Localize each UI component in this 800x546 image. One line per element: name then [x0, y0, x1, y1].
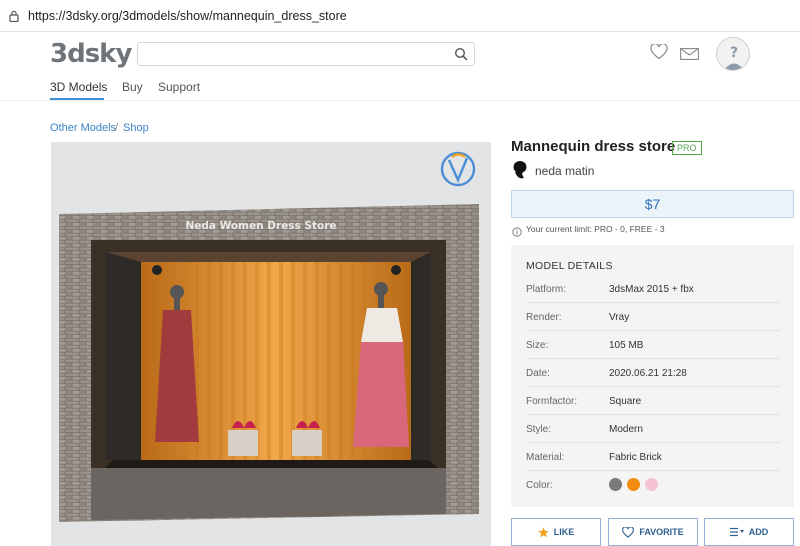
breadcrumb-separator: / — [115, 122, 119, 134]
detail-value: 3dsMax 2015 + fbx — [609, 284, 694, 295]
author-avatar-icon[interactable] — [512, 160, 528, 185]
add-label: ADD — [748, 527, 769, 537]
detail-row-style: Style: Modern — [526, 415, 780, 443]
detail-row-platform: Platform: 3dsMax 2015 + fbx — [526, 275, 780, 303]
detail-key: Platform: — [526, 284, 567, 295]
model-preview-image[interactable]: Neda Women Dress Store — [51, 142, 491, 546]
detail-key: Material: — [526, 452, 565, 463]
detail-row-date: Date: 2020.06.21 21:28 — [526, 359, 780, 387]
detail-value: 105 MB — [609, 340, 644, 351]
detail-row-size: Size: 105 MB — [526, 331, 780, 359]
detail-key: Date: — [526, 368, 550, 379]
model-title: Mannequin dress store — [511, 138, 676, 155]
detail-value: Vray — [609, 312, 630, 323]
detail-value: 2020.06.21 21:28 — [609, 368, 687, 379]
tab-buy[interactable]: Buy — [122, 80, 143, 94]
price-button[interactable]: $7 — [511, 190, 794, 218]
heart-icon[interactable] — [650, 43, 668, 65]
user-placeholder-icon: ? — [724, 45, 744, 70]
detail-row-color: Color: — [526, 471, 780, 499]
details-heading: MODEL DETAILS — [526, 260, 613, 272]
detail-key: Style: — [526, 424, 552, 435]
breadcrumb-other-models[interactable]: Other Models — [50, 122, 116, 134]
author-name[interactable]: neda matin — [535, 164, 594, 178]
color-swatch-gray[interactable] — [609, 478, 622, 491]
lock-icon — [9, 9, 19, 27]
breadcrumb-shop[interactable]: Shop — [123, 122, 149, 134]
header-divider — [0, 100, 800, 101]
site-logo[interactable]: 3dsky — [50, 39, 132, 69]
detail-value[interactable]: Modern — [609, 424, 643, 435]
detail-row-formfactor: Formfactor: Square — [526, 387, 780, 415]
favorite-button[interactable]: FAVORITE — [608, 518, 698, 546]
download-limit-text: Your current limit: PRO - 0, FREE - 3 — [526, 224, 665, 234]
color-swatch-pink[interactable] — [645, 478, 658, 491]
address-bar[interactable]: https://3dsky.org/3dmodels/show/mannequi… — [0, 0, 800, 32]
detail-key: Formfactor: — [526, 396, 578, 407]
avatar[interactable]: ? — [716, 37, 750, 71]
add-to-collection-button[interactable]: ADD — [704, 518, 794, 546]
detail-key: Size: — [526, 340, 549, 351]
tab-support[interactable]: Support — [158, 80, 200, 94]
url-text[interactable]: https://3dsky.org/3dmodels/show/mannequi… — [28, 9, 347, 23]
detail-value[interactable]: Square — [609, 396, 641, 407]
mail-icon[interactable] — [680, 47, 699, 65]
info-icon — [512, 224, 522, 242]
detail-key: Render: — [526, 312, 562, 323]
svg-text:?: ? — [730, 45, 738, 61]
heart-icon — [622, 526, 635, 538]
viewer-logo-icon — [440, 151, 476, 187]
search-icon[interactable] — [454, 47, 468, 66]
favorite-label: FAVORITE — [639, 527, 684, 537]
like-label: LIKE — [553, 527, 575, 537]
search-input[interactable] — [137, 42, 475, 66]
detail-row-render: Render: Vray — [526, 303, 780, 331]
list-add-icon — [729, 527, 744, 537]
store-sign-text: Neda Women Dress Store — [185, 220, 336, 232]
detail-row-material: Material: Fabric Brick — [526, 443, 780, 471]
detail-key: Color: — [526, 480, 553, 491]
like-button[interactable]: LIKE — [511, 518, 601, 546]
detail-value[interactable]: Fabric Brick — [609, 452, 662, 463]
model-details-panel: MODEL DETAILS Platform: 3dsMax 2015 + fb… — [511, 245, 794, 507]
tab-3d-models[interactable]: 3D Models — [50, 80, 107, 94]
star-icon — [538, 526, 549, 537]
pro-badge: PRO — [672, 141, 702, 155]
color-swatch-orange[interactable] — [627, 478, 640, 491]
